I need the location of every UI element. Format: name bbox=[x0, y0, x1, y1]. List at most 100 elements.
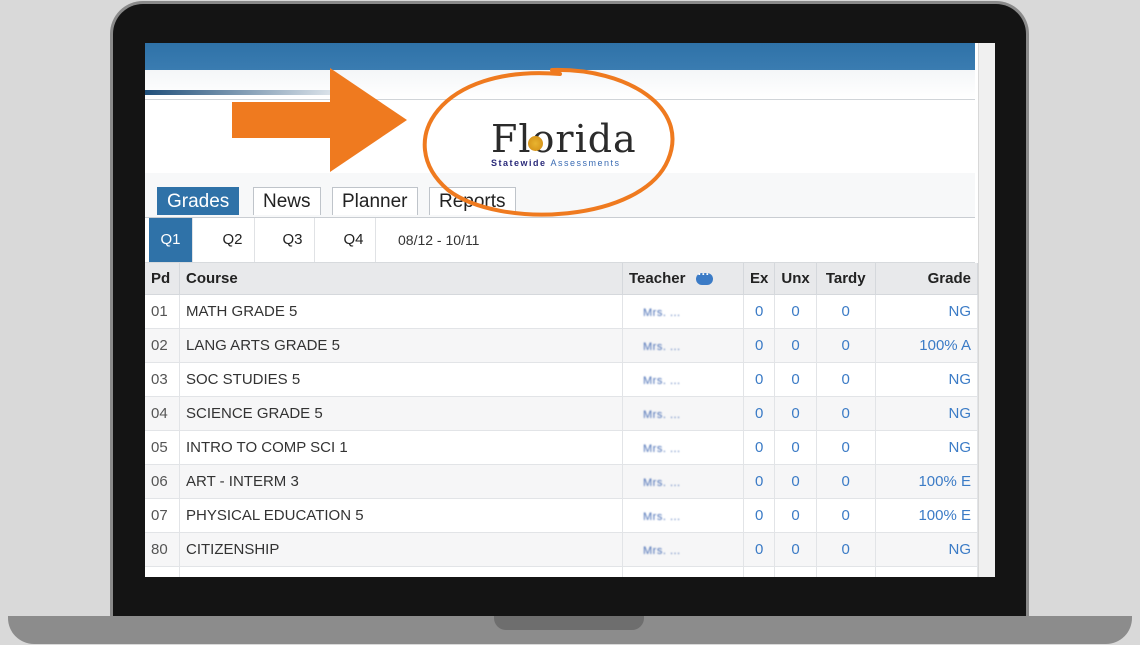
row-ex[interactable]: 0 bbox=[743, 294, 776, 329]
row-teacher[interactable]: Mrs. ... bbox=[622, 566, 744, 577]
teacher-name-redacted: Mrs. ... bbox=[643, 341, 681, 353]
quarter-q4[interactable]: Q4 bbox=[332, 218, 376, 262]
row-pd: 07 bbox=[145, 498, 180, 533]
row-ex[interactable]: 0 bbox=[743, 328, 776, 363]
row-tardy[interactable]: 0 bbox=[816, 328, 876, 363]
row-ex[interactable]: 0 bbox=[743, 464, 776, 499]
teacher-name-redacted: Mrs. ... bbox=[643, 307, 681, 319]
table-row[interactable]: 80 CITIZENSHIP Mrs. ... 0 0 0 NG bbox=[145, 532, 979, 567]
teacher-name-redacted: Mrs. ... bbox=[643, 477, 681, 489]
teacher-name-redacted: Mrs. ... bbox=[643, 409, 681, 421]
row-unx[interactable]: 0 bbox=[774, 362, 817, 397]
row-tardy[interactable]: 0 bbox=[816, 532, 876, 567]
quarter-q3[interactable]: Q3 bbox=[271, 218, 315, 262]
row-pd: 01 bbox=[145, 294, 180, 329]
logo-subtitle: Statewide Assessments bbox=[491, 158, 621, 168]
row-teacher[interactable]: Mrs. ... bbox=[622, 532, 744, 567]
row-course[interactable]: PHYSICAL EDUCATION 5 bbox=[179, 498, 623, 533]
row-grade[interactable]: NG bbox=[875, 396, 979, 431]
teacher-name-redacted: Mrs. ... bbox=[643, 511, 681, 523]
quarter-q1[interactable]: Q1 bbox=[149, 218, 193, 262]
table-row[interactable]: 06 ART - INTERM 3 Mrs. ... 0 0 0 100% E bbox=[145, 464, 979, 499]
row-pd: 80 bbox=[145, 532, 180, 567]
row-teacher[interactable]: Mrs. ... bbox=[622, 328, 744, 363]
row-unx[interactable]: 0 bbox=[774, 430, 817, 465]
quarter-q2[interactable]: Q2 bbox=[211, 218, 255, 262]
row-tardy[interactable]: 0 bbox=[816, 294, 876, 329]
laptop-notch bbox=[494, 616, 644, 630]
row-teacher[interactable]: Mrs. ... bbox=[622, 498, 744, 533]
table-row[interactable]: 03 SOC STUDIES 5 Mrs. ... 0 0 0 NG bbox=[145, 362, 979, 397]
row-course[interactable]: ART - INTERM 3 bbox=[179, 464, 623, 499]
row-course[interactable]: WORK HABITS bbox=[179, 566, 623, 577]
table-row[interactable]: 04 SCIENCE GRADE 5 Mrs. ... 0 0 0 NG bbox=[145, 396, 979, 431]
col-teacher[interactable]: Teacher bbox=[622, 263, 744, 295]
browser-screen: Florida Statewide Assessments Grades New… bbox=[145, 43, 995, 577]
quarter-selector: Q1 Q2 Q3 Q4 08/12 - 10/11 bbox=[145, 218, 975, 263]
row-ex[interactable]: 0 bbox=[743, 532, 776, 567]
row-ex[interactable]: 0 bbox=[743, 396, 776, 431]
grades-table-body: 01 MATH GRADE 5 Mrs. ... 0 0 0 NG 02 LANG ARTS G… bbox=[145, 294, 979, 577]
quarter-date-range: 08/12 - 10/11 bbox=[398, 232, 480, 248]
row-course[interactable]: INTRO TO COMP SCI 1 bbox=[179, 430, 623, 465]
vertical-scrollbar[interactable] bbox=[978, 43, 995, 577]
row-teacher[interactable]: Mrs. ... bbox=[622, 464, 744, 499]
row-tardy[interactable]: 0 bbox=[816, 566, 876, 577]
florida-logo: Florida Statewide Assessments bbox=[485, 117, 645, 173]
main-tabs: Grades News Planner Reports bbox=[145, 173, 975, 218]
row-unx[interactable]: 0 bbox=[774, 566, 817, 577]
header-strip bbox=[145, 70, 975, 100]
row-tardy[interactable]: 0 bbox=[816, 396, 876, 431]
table-row[interactable]: 90WORK HABITSMrs. ...000NG bbox=[145, 566, 979, 577]
row-tardy[interactable]: 0 bbox=[816, 464, 876, 499]
row-ex[interactable]: 0 bbox=[743, 430, 776, 465]
row-ex[interactable]: 0 bbox=[743, 566, 776, 577]
row-course[interactable]: MATH GRADE 5 bbox=[179, 294, 623, 329]
row-course[interactable]: SOC STUDIES 5 bbox=[179, 362, 623, 397]
row-unx[interactable]: 0 bbox=[774, 396, 817, 431]
header-bar bbox=[145, 43, 975, 70]
chat-icon[interactable] bbox=[695, 267, 713, 286]
table-row[interactable]: 02 LANG ARTS GRADE 5 Mrs. ... 0 0 0 100% A bbox=[145, 328, 979, 363]
table-header-row: Pd Course Teacher Ex Unx Tardy Grade bbox=[145, 263, 979, 295]
row-pd: 05 bbox=[145, 430, 180, 465]
tab-planner[interactable]: Planner bbox=[332, 187, 418, 215]
row-course[interactable]: CITIZENSHIP bbox=[179, 532, 623, 567]
row-teacher[interactable]: Mrs. ... bbox=[622, 294, 744, 329]
header-accent bbox=[145, 90, 365, 95]
row-unx[interactable]: 0 bbox=[774, 328, 817, 363]
row-unx[interactable]: 0 bbox=[774, 464, 817, 499]
row-unx[interactable]: 0 bbox=[774, 294, 817, 329]
row-teacher[interactable]: Mrs. ... bbox=[622, 396, 744, 431]
row-grade[interactable]: NG bbox=[875, 532, 979, 567]
table-row[interactable]: 07 PHYSICAL EDUCATION 5 Mrs. ... 0 0 0 100% E bbox=[145, 498, 979, 533]
row-grade[interactable]: NG bbox=[875, 362, 979, 397]
row-pd: 03 bbox=[145, 362, 180, 397]
row-ex[interactable]: 0 bbox=[743, 362, 776, 397]
row-tardy[interactable]: 0 bbox=[816, 498, 876, 533]
row-grade[interactable]: NG bbox=[875, 566, 979, 577]
row-unx[interactable]: 0 bbox=[774, 498, 817, 533]
logo-area: Florida Statewide Assessments bbox=[145, 101, 975, 173]
row-tardy[interactable]: 0 bbox=[816, 430, 876, 465]
row-teacher[interactable]: Mrs. ... bbox=[622, 362, 744, 397]
row-ex[interactable]: 0 bbox=[743, 498, 776, 533]
row-grade[interactable]: 100% A bbox=[875, 328, 979, 363]
row-unx[interactable]: 0 bbox=[774, 532, 817, 567]
row-pd: 02 bbox=[145, 328, 180, 363]
row-grade[interactable]: 100% E bbox=[875, 498, 979, 533]
tab-news[interactable]: News bbox=[253, 187, 321, 215]
row-grade[interactable]: NG bbox=[875, 430, 979, 465]
table-row[interactable]: 05 INTRO TO COMP SCI 1 Mrs. ... 0 0 0 NG bbox=[145, 430, 979, 465]
row-teacher[interactable]: Mrs. ... bbox=[622, 430, 744, 465]
col-course[interactable]: Course bbox=[179, 263, 623, 295]
grades-table: Pd Course Teacher Ex Unx Tardy Grade 01M… bbox=[145, 263, 979, 577]
tab-grades[interactable]: Grades bbox=[157, 187, 240, 215]
row-grade[interactable]: NG bbox=[875, 294, 979, 329]
row-grade[interactable]: 100% E bbox=[875, 464, 979, 499]
row-course[interactable]: LANG ARTS GRADE 5 bbox=[179, 328, 623, 363]
tab-reports[interactable]: Reports bbox=[429, 187, 516, 215]
table-row[interactable]: 01 MATH GRADE 5 Mrs. ... 0 0 0 NG bbox=[145, 294, 979, 329]
row-tardy[interactable]: 0 bbox=[816, 362, 876, 397]
row-course[interactable]: SCIENCE GRADE 5 bbox=[179, 396, 623, 431]
